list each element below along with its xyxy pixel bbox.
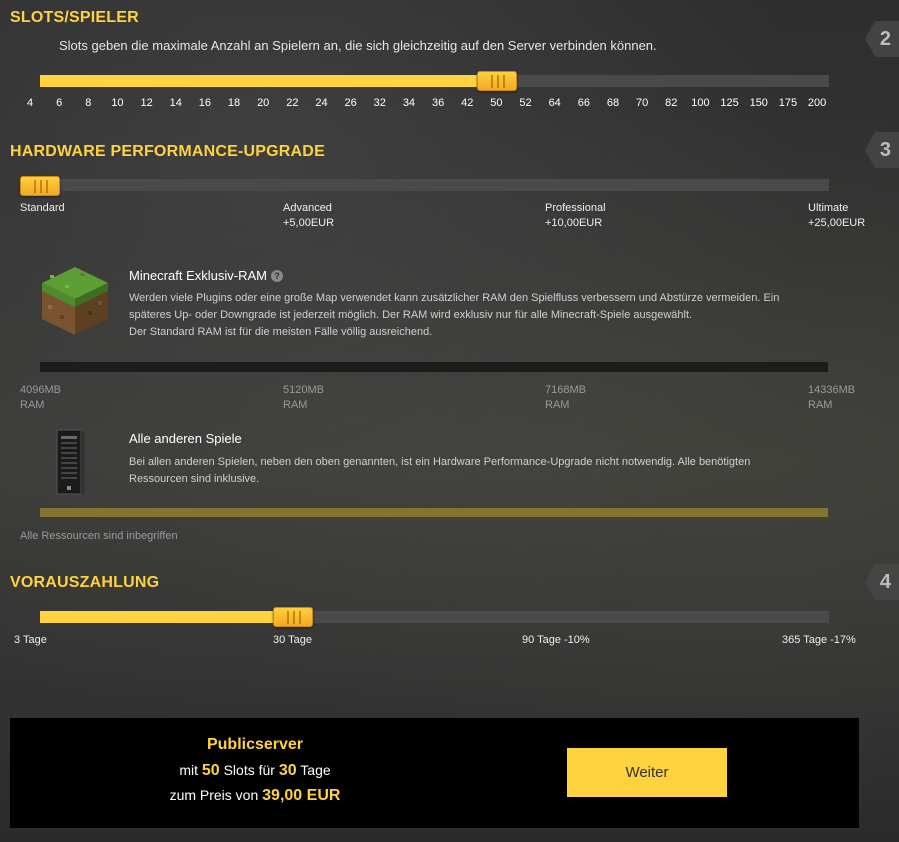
slots-tick-label[interactable]: 22 xyxy=(286,97,298,109)
hardware-section-title: HARDWARE PERFORMANCE-UPGRADE xyxy=(10,143,325,160)
slots-tick-label[interactable]: 8 xyxy=(85,97,91,109)
slots-description: Slots geben die maximale Anzahl an Spiel… xyxy=(59,38,657,53)
other-games-bar xyxy=(40,508,828,517)
step-badge-2: 2 xyxy=(865,21,899,57)
slots-tick-label[interactable]: 4 xyxy=(27,97,33,109)
summary-price-value: 39,00 EUR xyxy=(262,787,341,804)
slots-tick-label[interactable]: 20 xyxy=(257,97,269,109)
hardware-slider-handle[interactable] xyxy=(20,176,60,196)
minecraft-ram-description: Werden viele Plugins oder eine große Map… xyxy=(129,292,780,338)
hw-option-standard[interactable]: Standard xyxy=(20,201,65,216)
slots-tick-label[interactable]: 82 xyxy=(665,97,677,109)
prepayment-slider-track[interactable] xyxy=(40,611,829,623)
summary-days-value: 30 xyxy=(278,762,297,779)
continue-button[interactable]: Weiter xyxy=(567,748,727,797)
slots-tick-label[interactable]: 50 xyxy=(490,97,502,109)
prepay-option-90-days[interactable]: 90 Tage -10% xyxy=(522,633,590,648)
server-tower-icon xyxy=(56,429,85,495)
plan-name: Publicserver xyxy=(206,736,304,753)
slots-tick-label[interactable]: 12 xyxy=(140,97,152,109)
slots-tick-label[interactable]: 32 xyxy=(374,97,386,109)
help-icon[interactable]: ? xyxy=(270,270,283,282)
prepayment-section-title: VORAUSZAHLUNG xyxy=(10,574,160,591)
slots-slider-handle[interactable] xyxy=(477,71,517,91)
ram-option-4096[interactable]: 4096MB RAM xyxy=(20,383,61,413)
slots-tick-label[interactable]: 36 xyxy=(432,97,444,109)
prepay-option-30-days[interactable]: 30 Tage xyxy=(273,633,312,648)
ram-option-14336[interactable]: 14336MB RAM xyxy=(808,383,855,413)
slots-tick-label[interactable]: 6 xyxy=(56,97,62,109)
slots-tick-label[interactable]: 34 xyxy=(403,97,415,109)
slots-slider-track[interactable] xyxy=(40,75,829,87)
summary-price: zum Preis von 39,00 EUR xyxy=(169,787,341,804)
hw-option-professional[interactable]: Professional +10,00EUR xyxy=(545,201,606,231)
slots-tick-label[interactable]: 150 xyxy=(750,97,768,109)
slots-tick-label[interactable]: 26 xyxy=(345,97,357,109)
order-summary: Publicserver mit 50 Slots für 30 Tage zu… xyxy=(115,736,395,808)
step-badge-4: 4 xyxy=(865,564,899,600)
summary-slots-value: 50 xyxy=(201,762,220,779)
slots-tick-label[interactable]: 200 xyxy=(808,97,826,109)
slots-tick-label[interactable]: 42 xyxy=(461,97,473,109)
summary-slots-days: mit 50 Slots für 30 Tage xyxy=(179,762,331,779)
hw-option-advanced[interactable]: Advanced +5,00EUR xyxy=(283,201,334,231)
ram-option-5120[interactable]: 5120MB RAM xyxy=(283,383,324,413)
slots-tick-label[interactable]: 64 xyxy=(549,97,561,109)
resources-included-note: Alle Ressourcen sind inbegriffen xyxy=(20,530,178,542)
minecraft-grass-block-icon xyxy=(42,267,108,335)
prepay-option-3-days[interactable]: 3 Tage xyxy=(14,633,47,648)
minecraft-ram-title: Minecraft Exklusiv-RAM? xyxy=(129,268,283,283)
slots-tick-label[interactable]: 100 xyxy=(691,97,709,109)
slots-tick-label[interactable]: 14 xyxy=(170,97,182,109)
slots-tick-label[interactable]: 10 xyxy=(111,97,123,109)
ram-option-7168[interactable]: 7168MB RAM xyxy=(545,383,586,413)
slots-tick-label[interactable]: 125 xyxy=(720,97,738,109)
other-games-title: Alle anderen Spiele xyxy=(129,431,242,446)
prepayment-slider-handle[interactable] xyxy=(273,607,313,627)
hardware-slider-track[interactable] xyxy=(20,179,829,191)
slots-tick-label[interactable]: 175 xyxy=(779,97,797,109)
ram-slider-track[interactable] xyxy=(40,362,828,372)
other-games-description: Bei allen anderen Spielen, neben den obe… xyxy=(129,456,751,485)
prepay-option-365-days[interactable]: 365 Tage -17% xyxy=(782,633,856,648)
prepayment-slider-fill xyxy=(40,611,293,623)
slots-tick-label[interactable]: 24 xyxy=(315,97,327,109)
slots-tick-label[interactable]: 66 xyxy=(578,97,590,109)
slots-tick-label[interactable]: 16 xyxy=(199,97,211,109)
slots-tick-label[interactable]: 52 xyxy=(519,97,531,109)
slots-tick-label[interactable]: 68 xyxy=(607,97,619,109)
hw-option-ultimate[interactable]: Ultimate +25,00EUR xyxy=(808,201,865,231)
slots-tick-label[interactable]: 18 xyxy=(228,97,240,109)
slots-slider-fill xyxy=(40,75,497,87)
order-summary-bar: Publicserver mit 50 Slots für 30 Tage zu… xyxy=(10,718,859,828)
step-badge-3: 3 xyxy=(865,132,899,168)
slots-tick-label[interactable]: 70 xyxy=(636,97,648,109)
slots-section-title: SLOTS/SPIELER xyxy=(10,9,139,26)
